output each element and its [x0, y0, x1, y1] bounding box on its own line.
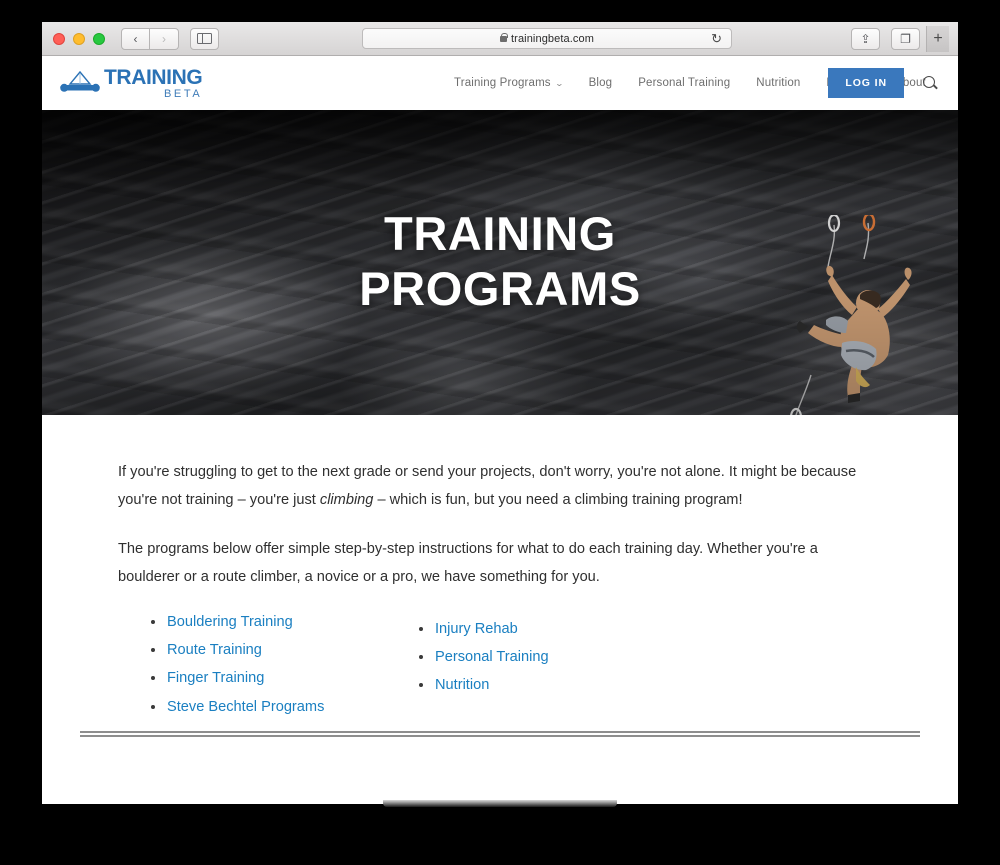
nav-item-blog[interactable]: Blog	[589, 77, 613, 89]
program-links-left-column: Bouldering Training Route Training Finge…	[118, 612, 418, 725]
list-item: Steve Bechtel Programs	[150, 697, 418, 718]
toolbar-right-actions: ⇪ ❐ +	[840, 25, 949, 52]
maximize-window-button[interactable]	[93, 32, 105, 45]
program-links-right-column: Injury Rehab Personal Training Nutrition	[418, 612, 549, 725]
link-nutrition[interactable]: Nutrition	[435, 677, 489, 693]
minimize-window-button[interactable]	[73, 32, 85, 45]
link-steve-bechtel-programs[interactable]: Steve Bechtel Programs	[167, 699, 324, 715]
sidebar-toggle-button[interactable]	[190, 27, 219, 50]
browser-toolbar: ‹ › trainingbeta.com ↻ ⇪ ❐ +	[42, 22, 958, 56]
site-header: TRAINING BETA Training Programs ⌄ Blog P…	[42, 56, 958, 110]
site-logo[interactable]: TRAINING BETA	[60, 65, 203, 100]
list-item: Nutrition	[418, 675, 549, 696]
new-tab-button[interactable]: +	[926, 25, 949, 52]
list-item: Bouldering Training	[150, 612, 418, 633]
hero-banner: TRAINING PROGRAMS	[42, 110, 958, 415]
address-bar[interactable]: trainingbeta.com ↻	[362, 28, 732, 49]
search-icon[interactable]	[922, 75, 938, 91]
paragraph1-italic-word: climbing	[319, 492, 374, 509]
share-button[interactable]: ⇪	[851, 27, 880, 50]
list-item: Finger Training	[150, 668, 418, 689]
hero-title-line-2: PROGRAMS	[359, 262, 641, 316]
sidebar-icon	[197, 33, 212, 44]
nav-label: Nutrition	[756, 77, 801, 89]
nav-item-training-programs[interactable]: Training Programs ⌄	[454, 77, 564, 89]
climber-mountain-icon	[60, 70, 100, 96]
page-title: TRAINING PROGRAMS	[42, 206, 958, 317]
lock-icon	[500, 32, 508, 42]
link-bouldering-training[interactable]: Bouldering Training	[167, 614, 293, 630]
program-link-list-left: Bouldering Training Route Training Finge…	[150, 612, 418, 718]
url-text: trainingbeta.com	[511, 32, 594, 45]
logo-text: TRAINING BETA	[104, 65, 203, 100]
list-item: Personal Training	[418, 647, 549, 668]
intro-paragraph-2: The programs below offer simple step-by-…	[118, 541, 818, 586]
laptop-screen: ‹ › trainingbeta.com ↻ ⇪ ❐ + TRAINING BE…	[42, 22, 958, 804]
nav-item-personal-training[interactable]: Personal Training	[638, 77, 730, 89]
program-link-list-right: Injury Rehab Personal Training Nutrition	[418, 619, 549, 696]
list-item: Route Training	[150, 640, 418, 661]
nav-item-nutrition[interactable]: Nutrition	[756, 77, 800, 89]
navigation-buttons: ‹ ›	[121, 27, 179, 50]
forward-button[interactable]: ›	[150, 27, 179, 50]
nav-label: Training Programs	[454, 77, 551, 89]
show-tabs-button[interactable]: ❐	[891, 27, 920, 50]
login-button[interactable]: LOG IN	[828, 68, 904, 98]
reload-icon[interactable]: ↻	[711, 31, 722, 47]
list-item: Injury Rehab	[418, 619, 549, 640]
chevron-down-icon: ⌄	[554, 78, 564, 88]
laptop-base	[383, 800, 617, 807]
link-personal-training[interactable]: Personal Training	[435, 649, 549, 665]
link-finger-training[interactable]: Finger Training	[167, 670, 264, 686]
link-injury-rehab[interactable]: Injury Rehab	[435, 621, 518, 637]
close-window-button[interactable]	[53, 32, 65, 45]
header-actions: LOG IN	[828, 68, 938, 98]
page-content: If you're struggling to get to the next …	[42, 415, 958, 804]
nav-label: Blog	[588, 77, 613, 89]
paragraph1-text-part2: – which is fun, but you need a climbing …	[373, 492, 743, 509]
link-route-training[interactable]: Route Training	[167, 642, 262, 658]
nav-label: Personal Training	[638, 77, 731, 89]
window-controls	[53, 32, 105, 45]
section-divider	[80, 731, 920, 737]
back-button[interactable]: ‹	[121, 27, 150, 50]
program-link-columns: Bouldering Training Route Training Finge…	[118, 612, 878, 725]
logo-secondary-text: BETA	[163, 87, 203, 100]
logo-primary-text: TRAINING	[104, 65, 203, 89]
hero-title-line-1: TRAINING	[384, 207, 616, 260]
intro-paragraph-1: If you're struggling to get to the next …	[118, 458, 878, 514]
